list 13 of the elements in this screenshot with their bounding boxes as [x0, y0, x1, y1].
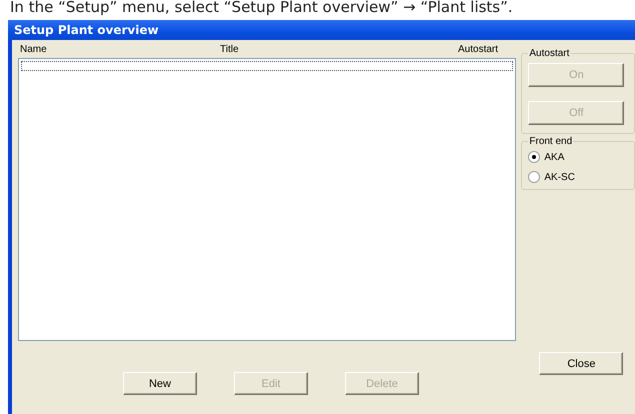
dialog-button[interactable]: New — [123, 372, 197, 395]
group-label: Autostart — [528, 48, 570, 59]
group-label: Front end — [528, 136, 574, 147]
column-header[interactable]: Autostart — [458, 44, 498, 54]
column-header[interactable]: Name — [18, 44, 220, 54]
radio-label[interactable]: AKA — [544, 152, 564, 162]
radio-label[interactable]: AK-SC — [544, 172, 575, 182]
column-header[interactable]: Title — [220, 44, 458, 54]
caption-text: In the “Setup” menu, select “Setup Plant overview” → “Plant lists”. — [9, 0, 514, 18]
window-title: Setup Plant overview — [14, 23, 159, 37]
radio-button[interactable] — [528, 151, 540, 163]
close-button[interactable]: Close — [539, 352, 624, 375]
radio-button[interactable] — [528, 171, 540, 183]
